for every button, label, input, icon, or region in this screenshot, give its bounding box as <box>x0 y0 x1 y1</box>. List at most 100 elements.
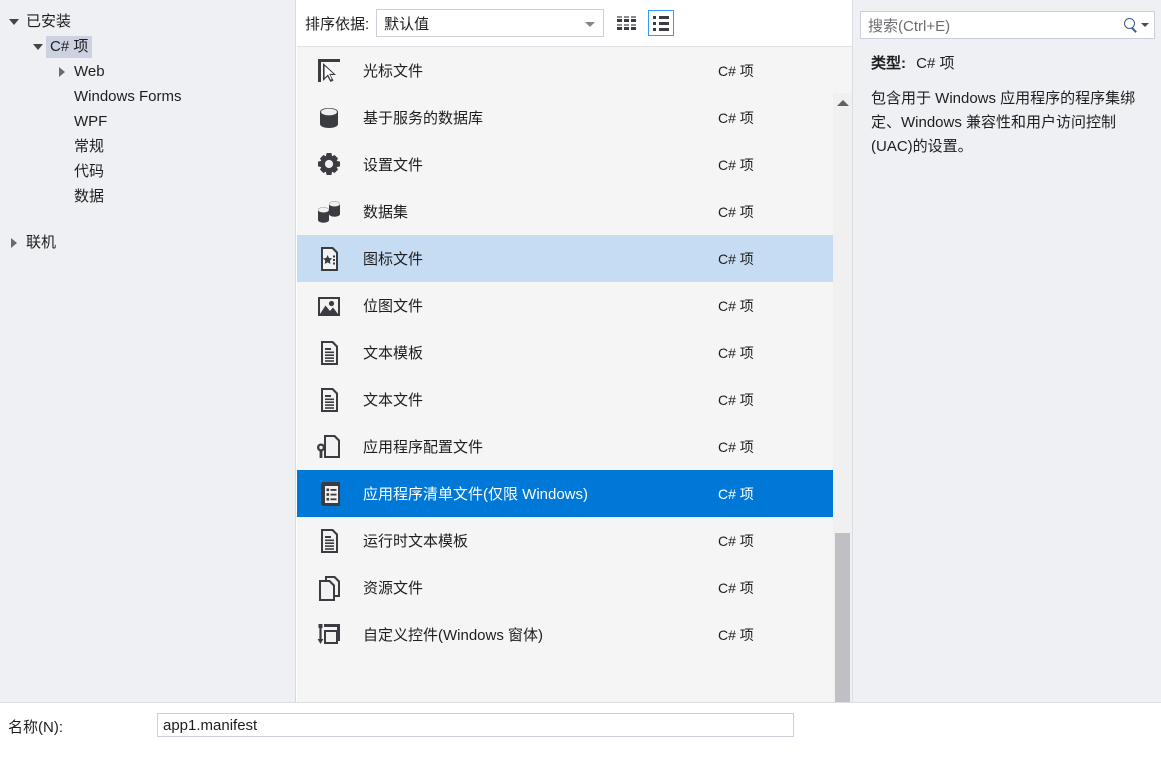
list-item-type: C# 项 <box>718 532 754 549</box>
tree-item-web-label: Web <box>74 62 105 80</box>
tree-item-windows-forms-label: Windows Forms <box>74 87 182 105</box>
list-item-name: 运行时文本模板 <box>363 533 469 550</box>
chevron-right-icon[interactable] <box>53 66 70 77</box>
tree-item-csharp-items[interactable]: C# 项 <box>0 34 295 59</box>
detail-type-key: 类型: <box>871 55 906 72</box>
list-item[interactable]: 光标文件 C# 项 <box>297 47 833 94</box>
tree-item-general[interactable]: 常规 <box>0 134 295 159</box>
text-file-icon <box>303 385 355 415</box>
detail-type-row: 类型: C# 项 <box>871 52 1141 73</box>
list-item-type: C# 项 <box>718 344 754 361</box>
search-icon[interactable] <box>1123 17 1138 33</box>
cursor-file-icon <box>303 56 355 86</box>
list-item-name: 应用程序配置文件 <box>363 439 484 456</box>
list-item-name: 应用程序清单文件(仅限 Windows) <box>363 486 589 503</box>
bitmap-file-icon <box>303 291 355 321</box>
list-item-type: C# 项 <box>718 203 754 220</box>
chevron-down-icon[interactable] <box>1141 23 1149 27</box>
list-item-name: 数据集 <box>363 204 409 221</box>
list-item-type: C# 项 <box>718 485 754 502</box>
icon-file-icon <box>303 244 355 274</box>
search-placeholder: 搜索(Ctrl+E) <box>868 17 951 35</box>
list-item-type: C# 项 <box>718 626 754 643</box>
list-item-type: C# 项 <box>718 391 754 408</box>
tree-item-data-label: 数据 <box>74 187 105 205</box>
gear-icon <box>303 150 355 180</box>
add-new-item-dialog: 已安装 C# 项 Web Windows Forms WPF 常规 代码 数据 … <box>0 0 1161 780</box>
tree-item-general-label: 常规 <box>74 137 105 155</box>
list-toolbar: 排序依据: 默认值 <box>297 0 852 46</box>
list-item-name: 光标文件 <box>363 63 424 80</box>
dataset-icon <box>303 197 355 227</box>
list-item[interactable]: 设置文件 C# 项 <box>297 141 833 188</box>
tree-item-installed[interactable]: 已安装 <box>0 9 295 34</box>
list-item-name: 图标文件 <box>363 251 424 268</box>
list-item[interactable]: 图标文件 C# 项 <box>297 235 833 282</box>
chevron-right-icon[interactable] <box>5 237 22 248</box>
name-input[interactable] <box>157 713 794 737</box>
list-item-type: C# 项 <box>718 579 754 596</box>
template-details: 类型: C# 项 包含用于 Windows 应用程序的程序集绑定、Windows… <box>871 52 1141 159</box>
database-icon <box>303 103 355 133</box>
tree-item-csharp-items-label: C# 项 <box>46 35 93 58</box>
list-item-name: 设置文件 <box>363 157 424 174</box>
list-item[interactable]: 基于服务的数据库 C# 项 <box>297 94 833 141</box>
list-item[interactable]: 运行时文本模板 C# 项 <box>297 517 833 564</box>
tree-item-windows-forms[interactable]: Windows Forms <box>0 84 295 109</box>
list-item[interactable]: 资源文件 C# 项 <box>297 564 833 611</box>
template-list-container: 光标文件 C# 项 基于服务的数据库 C# 项 设置文件 C# 项 数据集 C#… <box>297 46 852 749</box>
list-item-name: 自定义控件(Windows 窗体) <box>363 627 544 644</box>
tree-item-data[interactable]: 数据 <box>0 184 295 209</box>
list-item[interactable]: 文本模板 C# 项 <box>297 329 833 376</box>
list-item-type: C# 项 <box>718 297 754 314</box>
grid-view-button[interactable] <box>613 10 640 36</box>
list-item-name: 基于服务的数据库 <box>363 110 484 127</box>
installed-templates-tree: 已安装 C# 项 Web Windows Forms WPF 常规 代码 数据 … <box>0 0 296 702</box>
tree-item-online-label: 联机 <box>26 233 57 251</box>
template-list-panel: 排序依据: 默认值 光标文件 C# 项 基于服务的数据库 C# 项 设置文件 C… <box>297 0 852 749</box>
tree-item-wpf[interactable]: WPF <box>0 109 295 134</box>
list-item[interactable]: 自定义控件(Windows 窗体) C# 项 <box>297 611 833 658</box>
sort-by-label: 排序依据: <box>305 15 370 33</box>
text-template-icon <box>303 338 355 368</box>
sort-by-value: 默认值 <box>384 15 430 33</box>
template-list[interactable]: 光标文件 C# 项 基于服务的数据库 C# 项 设置文件 C# 项 数据集 C#… <box>297 47 833 703</box>
list-item[interactable]: 数据集 C# 项 <box>297 188 833 235</box>
chevron-down-icon <box>585 22 596 27</box>
list-item[interactable]: 文本文件 C# 项 <box>297 376 833 423</box>
tree-item-wpf-label: WPF <box>74 112 108 130</box>
scroll-up-button[interactable] <box>833 93 852 112</box>
grid-view-icon <box>617 16 636 30</box>
sort-by-dropdown[interactable]: 默认值 <box>376 9 605 37</box>
resource-file-icon <box>303 573 355 603</box>
tree-item-code[interactable]: 代码 <box>0 159 295 184</box>
list-view-button[interactable] <box>648 10 675 36</box>
list-item-type: C# 项 <box>718 109 754 126</box>
list-vertical-scrollbar[interactable] <box>833 93 852 749</box>
tree-item-installed-label: 已安装 <box>26 12 72 30</box>
tree-item-code-label: 代码 <box>74 162 105 180</box>
app-manifest-file-icon <box>303 479 355 509</box>
chevron-down-icon[interactable] <box>29 43 46 50</box>
details-panel: 搜索(Ctrl+E) 类型: C# 项 包含用于 Windows 应用程序的程序… <box>852 0 1161 702</box>
list-item[interactable]: 应用程序配置文件 C# 项 <box>297 423 833 470</box>
tree-item-web[interactable]: Web <box>0 59 295 84</box>
tree-item-online[interactable]: 联机 <box>0 230 295 255</box>
list-view-icon <box>653 15 670 31</box>
list-item-type: C# 项 <box>718 156 754 173</box>
list-item-type: C# 项 <box>718 438 754 455</box>
list-item-name: 资源文件 <box>363 580 424 597</box>
list-item-type: C# 项 <box>718 250 754 267</box>
list-item-type: C# 项 <box>718 62 754 79</box>
detail-description: 包含用于 Windows 应用程序的程序集绑定、Windows 兼容性和用户访问… <box>871 90 1136 155</box>
dialog-footer: 名称(N): 添加(A) 取消 N @VB6 ET <box>0 702 1161 780</box>
runtime-text-template-icon <box>303 526 355 556</box>
search-input[interactable]: 搜索(Ctrl+E) <box>860 11 1155 39</box>
chevron-down-icon[interactable] <box>5 18 22 25</box>
list-item[interactable]: 位图文件 C# 项 <box>297 282 833 329</box>
custom-control-icon <box>303 620 355 650</box>
list-item-name: 位图文件 <box>363 298 424 315</box>
list-item-name: 文本模板 <box>363 345 424 362</box>
list-item[interactable]: 应用程序清单文件(仅限 Windows) C# 项 <box>297 470 833 517</box>
list-item-name: 文本文件 <box>363 392 424 409</box>
